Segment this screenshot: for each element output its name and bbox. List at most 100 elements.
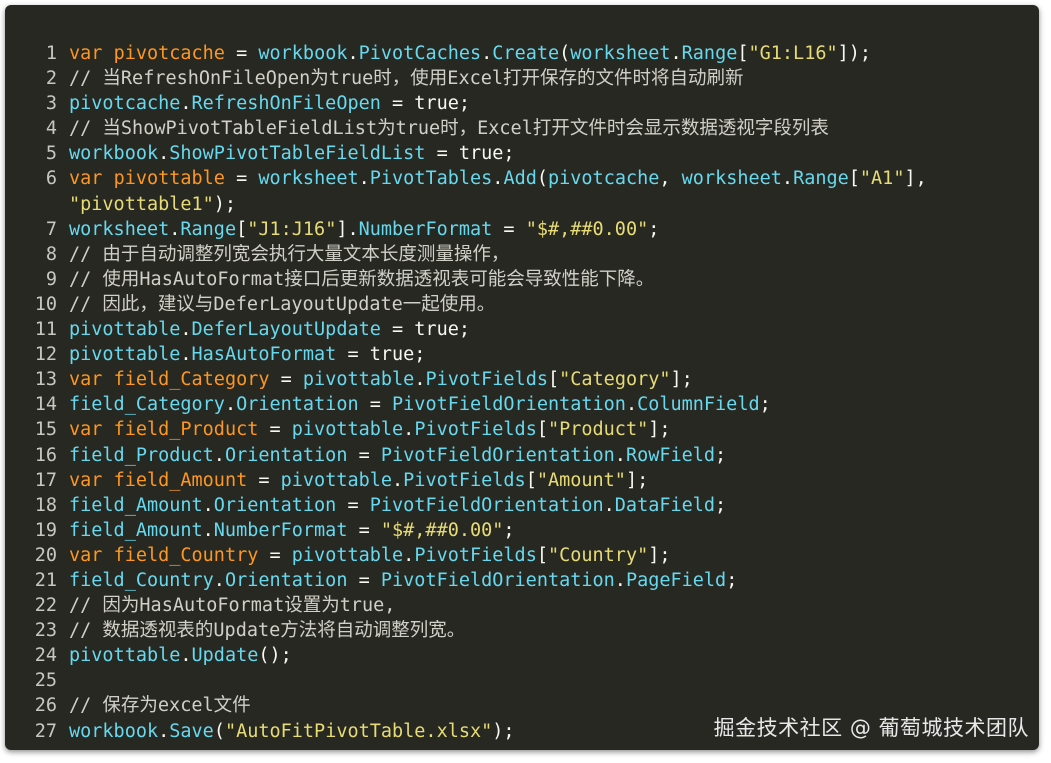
code-token: = true; — [336, 344, 426, 366]
code-line: 21 field_Country.Orientation = PivotField… — [5, 568, 1039, 593]
code-line: 12 pivottable.HasAutoFormat = true; — [5, 342, 1039, 367]
line-number: 24 — [34, 645, 57, 667]
line-text: var pivotcache = workbook.PivotCaches.Cr… — [69, 41, 871, 66]
code-token: PivotFields — [414, 544, 537, 566]
line-number: 20 — [34, 544, 57, 566]
code-line: 22 // 因为HasAutoFormat设置为true, — [5, 593, 1039, 618]
code-token: RowField — [625, 444, 716, 466]
code-token: = — [347, 444, 381, 466]
code-token: ; — [715, 444, 727, 466]
code-token: field_Amount — [69, 494, 203, 516]
code-editor: 1 var pivotcache = workbook.PivotCaches.C… — [5, 5, 1039, 750]
code-line: 23 // 数据透视表的Update方法将自动调整列宽。 — [5, 618, 1039, 643]
code-token: Orientation — [236, 394, 359, 416]
line-text: var field_Country = pivottable.PivotFiel… — [69, 543, 671, 568]
code-token: ]; — [670, 369, 693, 391]
code-line: 25 — [5, 668, 1039, 693]
code-token: "AutoFitPivotTable.xlsx" — [224, 720, 493, 742]
code-token: ; — [715, 494, 727, 516]
line-text: var field_Product = pivottable.PivotFiel… — [69, 417, 671, 442]
code-token: = — [336, 494, 370, 516]
code-token: worksheet — [258, 168, 359, 190]
code-token: "$#,##0.00" — [380, 519, 504, 541]
code-token: pivottable — [69, 319, 181, 341]
code-token: RefreshOnFileOpen — [191, 93, 381, 115]
line-text: pivottable.HasAutoFormat = true; — [69, 342, 425, 367]
code-token: pivottable — [113, 168, 225, 190]
code-token: . — [414, 369, 426, 391]
line-number: 26 — [34, 695, 57, 717]
code-token: = — [258, 419, 292, 441]
code-token: PageField — [625, 569, 727, 591]
code-token: [ — [536, 419, 548, 441]
code-line: 13 var field_Category = pivottable.PivotF… — [5, 367, 1039, 392]
line-number: 5 — [45, 143, 57, 165]
code-token: [ — [737, 43, 749, 64]
code-token: ShowPivotTableFieldList — [169, 143, 426, 165]
code-token: [ — [236, 218, 248, 240]
code-token: . — [670, 43, 682, 64]
code-token: [ — [536, 544, 548, 566]
code-token: HasAutoFormat — [191, 344, 337, 366]
code-token: . — [202, 519, 214, 541]
code-token: PivotFieldOrientation — [369, 494, 604, 516]
code-token: = — [347, 519, 381, 541]
code-token: PivotFieldOrientation — [380, 569, 615, 591]
line-number: 23 — [34, 620, 57, 642]
code-token: field_Country — [69, 569, 214, 591]
code-token: PivotFieldOrientation — [380, 444, 615, 466]
code-line: 20 var field_Country = pivottable.PivotFi… — [5, 543, 1039, 568]
code-token: // 由于自动调整列宽会执行大量文本长度测量操作， — [69, 243, 510, 265]
line-text: var field_Category = pivottable.PivotFie… — [69, 367, 693, 392]
code-token: . — [158, 720, 170, 742]
code-token: ], — [904, 168, 927, 190]
code-token: pivottable — [291, 419, 404, 441]
line-text: var field_Amount = pivottable.PivotField… — [69, 468, 648, 493]
code-token: . — [403, 419, 415, 441]
line-number: 7 — [45, 218, 57, 240]
line-text: // 因此，建议与DeferLayoutUpdate一起使用。 — [69, 292, 495, 317]
line-text: // 保存为excel文件 — [69, 693, 251, 718]
code-token: // 当RefreshOnFileOpen为true时，使用Excel打开保存的… — [69, 68, 744, 90]
line-number: 12 — [34, 344, 57, 366]
code-token: Orientation — [213, 494, 337, 516]
code-line: 19 field_Amount.NumberFormat = "$#,##0.00… — [5, 518, 1039, 543]
line-text: pivotcache.RefreshOnFileOpen = true; — [69, 91, 470, 116]
code-token: NumberFormat — [358, 218, 493, 240]
code-block[interactable]: 1 var pivotcache = workbook.PivotCaches.C… — [5, 41, 1039, 744]
code-token: Orientation — [224, 569, 348, 591]
code-token: . — [180, 344, 192, 366]
line-text: field_Country.Orientation = PivotFieldOr… — [69, 568, 737, 593]
code-token: "J1:J16" — [247, 218, 337, 240]
code-token: . — [180, 645, 192, 667]
code-line: 24 pivottable.Update(); — [5, 643, 1039, 668]
code-token: (); — [258, 645, 292, 667]
code-token: . — [625, 394, 638, 416]
code-line: 2 // 当RefreshOnFileOpen为true时，使用Excel打开保存… — [5, 66, 1039, 91]
line-number: 18 — [34, 494, 57, 516]
code-token: ( — [536, 168, 548, 190]
code-token: Update — [191, 645, 259, 667]
code-token: = true; — [380, 93, 470, 115]
code-token: ]; — [648, 544, 671, 566]
code-token: pivottable — [291, 544, 404, 566]
line-text: field_Category.Orientation = PivotFieldO… — [69, 392, 771, 417]
code-token: Range — [681, 43, 738, 64]
code-token: . — [781, 168, 794, 190]
code-token: // 因此，建议与DeferLayoutUpdate一起使用。 — [69, 293, 496, 315]
line-text: // 使用HasAutoFormat接口后更新数据透视表可能会导致性能下降。 — [69, 267, 654, 292]
code-line: 9 // 使用HasAutoFormat接口后更新数据透视表可能会导致性能下降。 — [5, 267, 1039, 292]
line-number: 13 — [34, 369, 57, 391]
code-token: "Category" — [559, 369, 671, 391]
code-token: DeferLayoutUpdate — [191, 319, 381, 341]
line-number: 22 — [34, 595, 57, 617]
code-token: Range — [180, 218, 237, 240]
code-token: [ — [848, 168, 860, 190]
line-number: 19 — [34, 519, 57, 541]
line-number: 10 — [34, 293, 57, 315]
code-token: pivottable — [302, 369, 415, 391]
code-token: pivottable — [69, 344, 181, 366]
code-token: worksheet — [681, 168, 782, 190]
code-token: "pivottable1" — [69, 193, 214, 215]
